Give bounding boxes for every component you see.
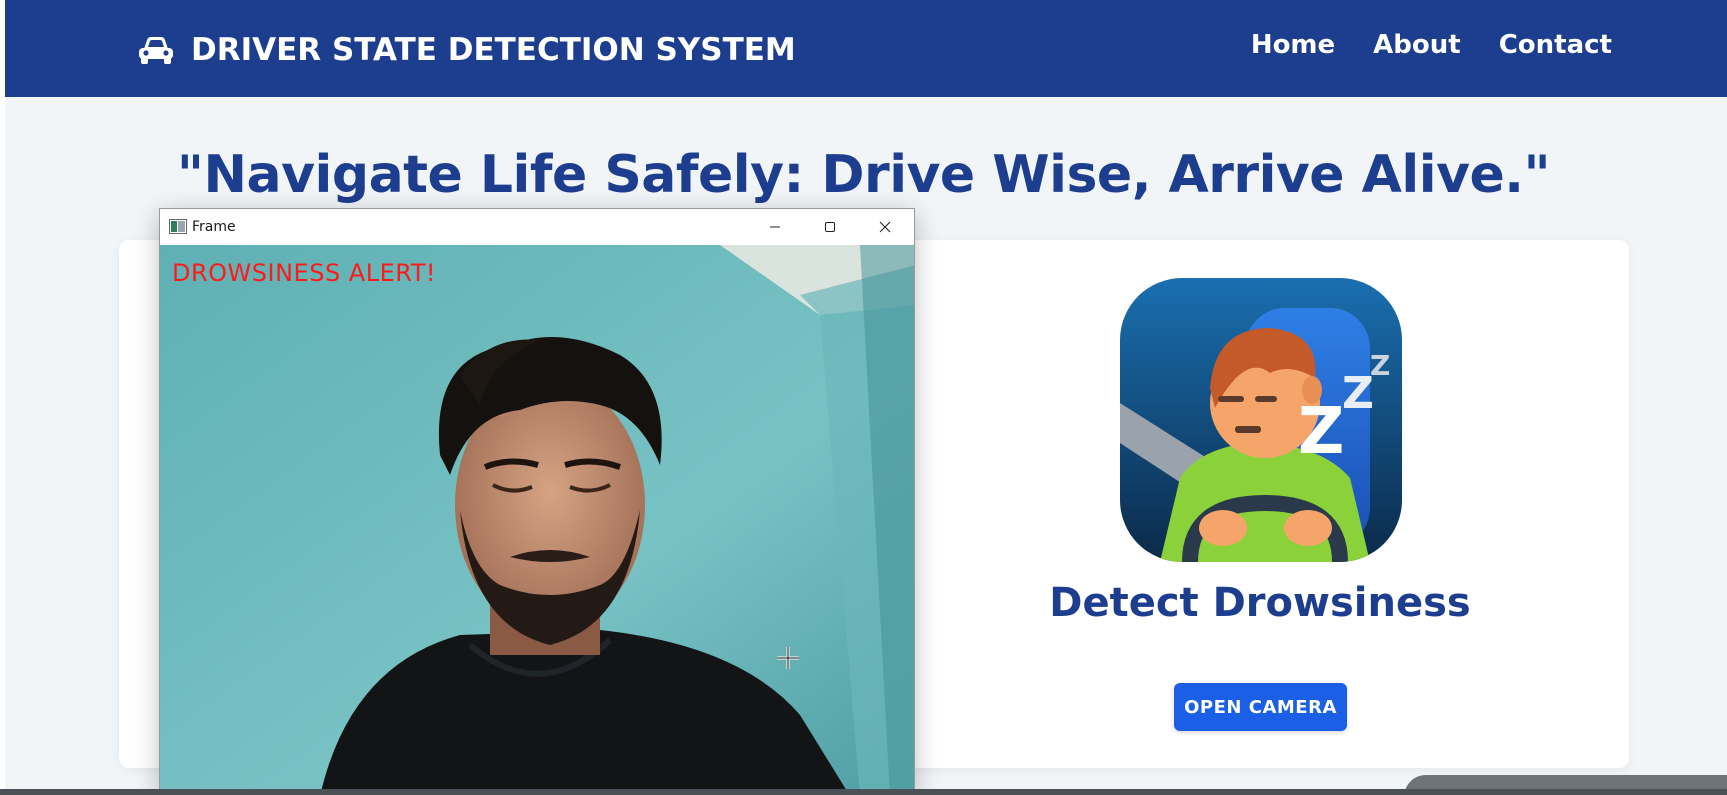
feature-title: Detect Drowsiness [1049,580,1471,626]
window-titlebar[interactable]: Frame [160,209,914,245]
minimize-button[interactable] [748,209,802,245]
camera-frame-image [160,245,914,794]
drowsiness-alert-text: DROWSINESS ALERT! [172,259,436,287]
nav-contact[interactable]: Contact [1499,30,1612,60]
open-camera-button[interactable]: OPEN CAMERA [1174,683,1347,731]
crosshair-cursor-icon [777,647,799,669]
maximize-icon [825,222,835,232]
navbar: DRIVER STATE DETECTION SYSTEM Home About… [5,0,1727,97]
brand[interactable]: DRIVER STATE DETECTION SYSTEM [137,28,796,72]
close-icon [879,221,891,233]
svg-text:Z: Z [1298,395,1344,469]
app-window-icon [169,219,187,234]
camera-window[interactable]: Frame DROWSINESS ALERT! [159,208,915,795]
nav-about[interactable]: About [1373,30,1461,60]
close-button[interactable] [858,209,912,245]
brand-title: DRIVER STATE DETECTION SYSTEM [191,32,796,68]
maximize-button[interactable] [803,209,857,245]
camera-feed: DROWSINESS ALERT! [160,245,914,794]
main-nav: Home About Contact [1251,30,1612,60]
minimize-icon [770,226,780,228]
sleeping-driver-icon: Z Z Z [1120,278,1402,562]
nav-home[interactable]: Home [1251,30,1335,60]
page-tagline: "Navigate Life Safely: Drive Wise, Arriv… [176,145,1551,205]
bottom-taskbar-edge [0,789,1727,795]
car-icon [139,37,173,64]
svg-text:Z: Z [1370,349,1390,382]
window-title: Frame [192,219,236,235]
page-edge [0,0,5,795]
